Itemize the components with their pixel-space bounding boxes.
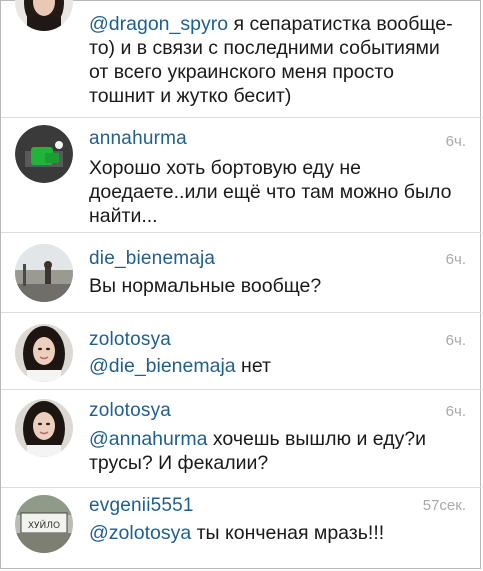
comment-timestamp: 6ч. <box>445 133 466 150</box>
mention-link[interactable]: @annahurma <box>89 428 207 450</box>
mention-link[interactable]: @zolotosya <box>89 522 191 544</box>
green-object-avatar[interactable] <box>15 125 73 183</box>
woman-portrait-avatar[interactable] <box>15 0 73 31</box>
comments-panel: @dragon_spyro я сепаратистка вообще-то) … <box>0 0 482 569</box>
comment-item: die_bienemaja 6ч. Вы нормальные вообще? <box>1 232 482 313</box>
comment-item: @dragon_spyro я сепаратистка вообще-то) … <box>1 0 482 118</box>
comment-timestamp: 6ч. <box>445 403 466 420</box>
comment-username[interactable]: die_bienemaja <box>89 248 215 270</box>
sign-photo-avatar[interactable]: ХУЙЛО <box>15 495 73 553</box>
comment-username[interactable]: zolotosya <box>89 329 171 351</box>
comment-text: Вы нормальные вообще? <box>89 275 322 297</box>
comment-username[interactable]: annahurma <box>89 128 187 150</box>
comment-username[interactable]: evgenii5551 <box>89 495 194 517</box>
comment-item: ХУЙЛО evgenii5551 57сек. @zolotosya ты к… <box>1 487 482 569</box>
mention-link[interactable]: @dragon_spyro <box>89 13 228 35</box>
comment-item: annahurma 6ч. Хорошо хоть бортовую еду н… <box>1 117 482 233</box>
comment-timestamp: 6ч. <box>445 251 466 268</box>
woman-portrait-avatar[interactable] <box>15 399 73 457</box>
comment-username[interactable]: zolotosya <box>89 400 171 422</box>
comment-timestamp: 57сек. <box>422 497 466 514</box>
comment-text: @die_bienemaja нет <box>89 355 271 377</box>
comment-item: zolotosya 6ч. @die_bienemaja нет <box>1 312 482 390</box>
comment-text: Хорошо хоть бортовую еду не доедаете..ил… <box>89 157 452 227</box>
comment-timestamp: 6ч. <box>445 332 466 349</box>
comment-text: @zolotosya ты конченая мразь!!! <box>89 522 385 544</box>
comment-text: @annahurma хочешь вышлю и еду?и трусы? И… <box>89 428 427 474</box>
sign-text: ХУЙЛО <box>28 519 60 531</box>
comment-item: zolotosya 6ч. @annahurma хочешь вышлю и … <box>1 389 482 488</box>
comment-text: @dragon_spyro я сепаратистка вообще-то) … <box>89 13 453 107</box>
woman-portrait-avatar[interactable] <box>15 324 73 382</box>
outdoor-photo-avatar[interactable] <box>15 244 73 302</box>
mention-link[interactable]: @die_bienemaja <box>89 355 236 377</box>
